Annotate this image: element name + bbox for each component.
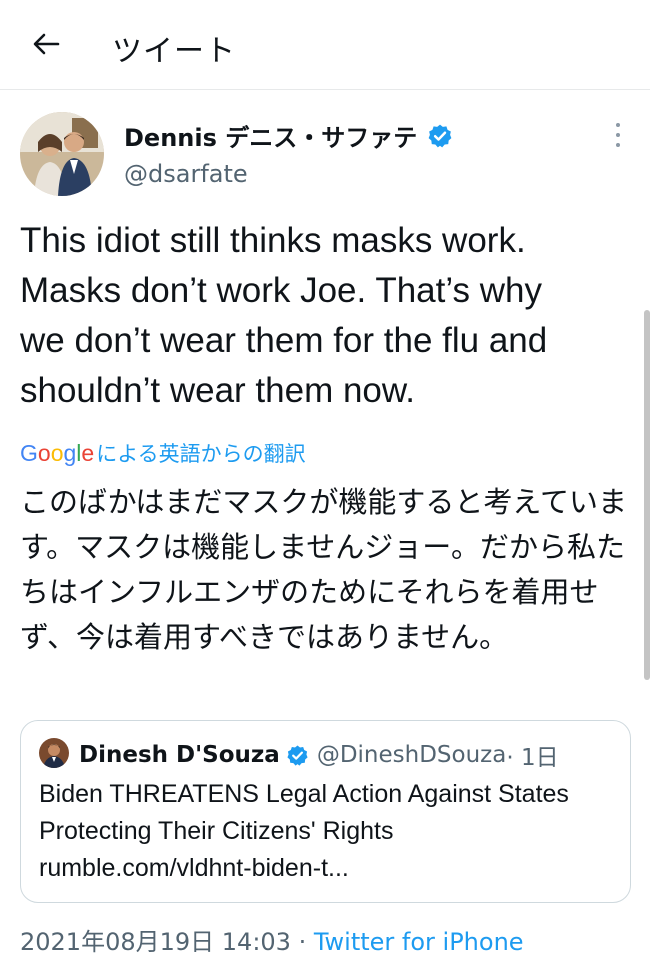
page-title: ツイート xyxy=(112,34,236,69)
quoted-display-name[interactable]: Dinesh D'Souza xyxy=(79,742,280,768)
translated-text: このばかはまだマスクが機能すると考えています。マスクは機能しませんジョー。だから… xyxy=(20,485,627,654)
avatar[interactable] xyxy=(20,112,104,196)
quoted-tweet-card[interactable]: Dinesh D'Souza @DineshDSouza · 1日 Biden … xyxy=(20,720,631,903)
top-bar: ツイート xyxy=(0,0,650,90)
tweet-meta: 2021年08月19日 14:03 · Twitter for iPhone xyxy=(20,922,524,957)
translation-label[interactable]: による英語からの翻訳 xyxy=(96,438,305,468)
quoted-handle[interactable]: @DineshDSouza xyxy=(317,742,507,768)
quoted-time: · 1日 xyxy=(506,745,559,771)
more-options-icon[interactable] xyxy=(608,120,628,150)
quoted-text: Biden THREATENS Legal Action Against Sta… xyxy=(39,780,569,882)
scrollbar[interactable] xyxy=(644,310,650,680)
quoted-header: Dinesh D'Souza @DineshDSouza · 1日 xyxy=(79,738,559,772)
quoted-avatar[interactable] xyxy=(39,738,69,768)
tweet-text: This idiot still thinks masks work. Mask… xyxy=(20,221,548,410)
tweet-source-link[interactable]: Twitter for iPhone xyxy=(314,928,524,956)
author-display-name[interactable]: Dennis デニス・サファテ xyxy=(124,118,417,153)
quoted-verified-badge-icon xyxy=(287,744,308,766)
google-logo: Google xyxy=(20,439,95,466)
meta-separator: · xyxy=(290,928,314,956)
verified-badge-icon xyxy=(428,124,452,147)
tweet-timestamp[interactable]: 2021年08月19日 14:03 xyxy=(20,928,291,956)
author-handle[interactable]: @dsarfate xyxy=(124,160,248,188)
back-arrow-icon[interactable] xyxy=(26,24,66,64)
translation-attribution[interactable]: Google による英語からの翻訳 xyxy=(20,438,306,468)
author-name-row[interactable]: Dennis デニス・サファテ xyxy=(124,118,453,153)
